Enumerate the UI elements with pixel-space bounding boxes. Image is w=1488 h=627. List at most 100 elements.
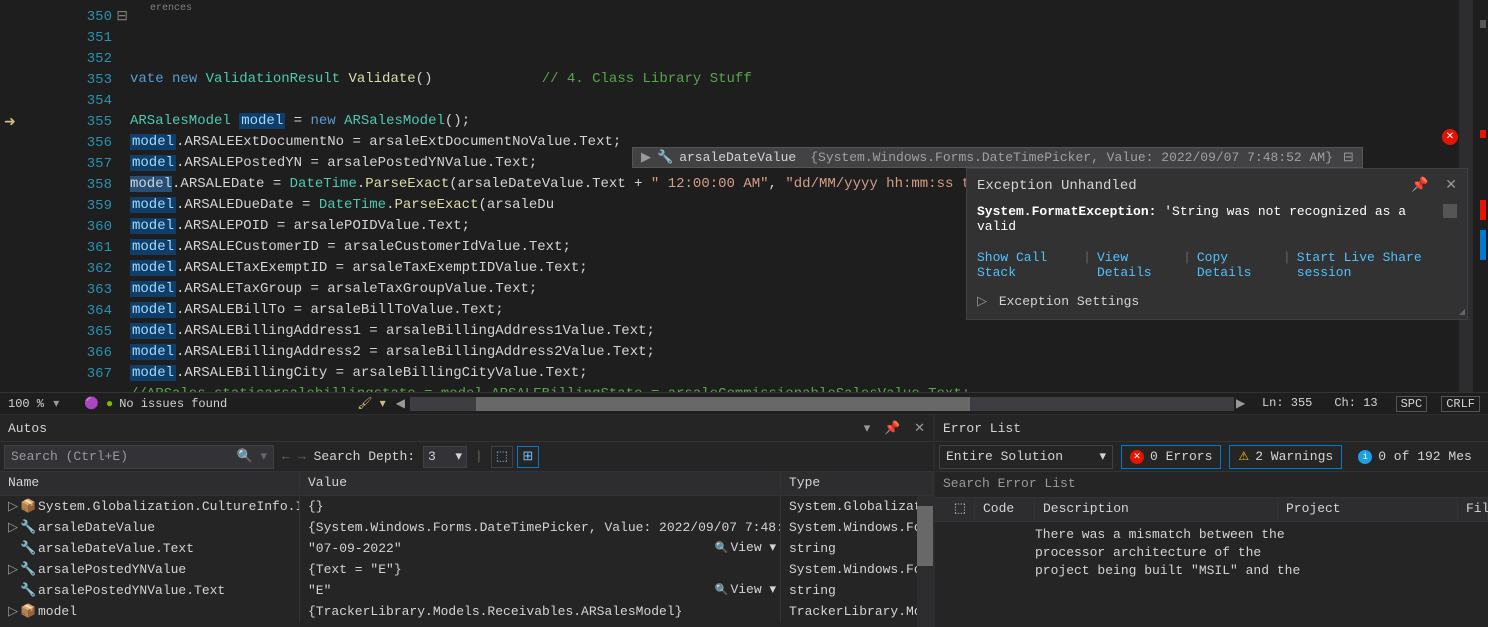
line-number: 358 [0, 174, 130, 195]
warnings-filter[interactable]: ⚠ 2 Warnings [1229, 445, 1342, 469]
issues-text[interactable]: No issues found [119, 397, 227, 411]
datatip-tooltip[interactable]: ▶ 🔧 arsaleDateValue {System.Windows.Form… [632, 147, 1363, 168]
eol-indicator[interactable]: CRLF [1441, 396, 1480, 412]
close-icon[interactable]: ✕ [914, 421, 925, 436]
exception-title: Exception Unhandled [977, 178, 1137, 194]
datatip-name: arsaleDateValue [679, 150, 796, 165]
warning-icon: ⚠ [1238, 449, 1249, 464]
tool-button-2[interactable]: ⊞ [517, 446, 539, 468]
view-details-link[interactable]: View Details [1097, 250, 1177, 280]
indent-indicator[interactable]: SPC [1396, 396, 1428, 412]
expand-icon[interactable]: ▷ [8, 499, 16, 514]
scroll-right-icon[interactable]: ▶ [1236, 396, 1248, 411]
search-input[interactable]: Search (Ctrl+E) 🔍 ▾ [4, 445, 274, 469]
dropdown-icon[interactable]: ▾ [864, 421, 871, 436]
error-row[interactable]: There was a mismatch between the process… [935, 522, 1488, 581]
class-icon: 📦 [20, 604, 34, 619]
scroll-left-icon[interactable]: ◀ [396, 396, 408, 411]
panel-title: Autos [8, 421, 47, 436]
references-codelens[interactable]: erences [150, 0, 192, 19]
grid-scrollbar[interactable] [917, 496, 933, 627]
wrench-icon: 🔧 [20, 583, 34, 598]
live-share-link[interactable]: Start Live Share session [1297, 250, 1457, 280]
error-grid-header[interactable]: ⬚ Code Description Project File [935, 498, 1488, 522]
table-row[interactable]: ▷📦System.Globalization.CultureInfo.Inv..… [0, 496, 933, 517]
expand-icon[interactable]: ▷ [8, 604, 16, 619]
search-icon[interactable]: 🔍 ▾ [236, 449, 267, 464]
errors-filter[interactable]: ✕ 0 Errors [1121, 445, 1221, 469]
code-editor[interactable]: 350⊟351352353354355➜35635735835936036136… [0, 0, 1488, 392]
nav-back-icon[interactable]: ← [282, 449, 290, 464]
line-number: 360 [0, 216, 130, 237]
horizontal-scrollbar[interactable]: ◀ ▶ [396, 396, 1248, 411]
depth-label: Search Depth: [314, 449, 415, 464]
code-line[interactable]: model.ARSALEBillingAddress2 = arsaleBill… [130, 342, 1488, 363]
code-line[interactable] [130, 90, 1488, 111]
line-number: 350⊟ [0, 6, 130, 27]
line-number: 367 [0, 363, 130, 384]
col-indicator[interactable]: Ch: 13 [1330, 396, 1381, 412]
table-row[interactable]: ▷🔧arsalePostedYNValue{Text = "E"}System.… [0, 559, 933, 580]
datatip-value: {System.Windows.Forms.DateTimePicker, Va… [810, 150, 1333, 165]
table-row[interactable]: 🔧arsalePostedYNValue.Text"E"🔍View ▾strin… [0, 580, 933, 601]
exception-actions: Show Call Stack| View Details| Copy Deta… [977, 250, 1457, 294]
execution-pointer-icon: ➜ [4, 114, 20, 130]
close-icon[interactable]: ✕ [1445, 178, 1457, 194]
expand-icon[interactable]: ▷ [8, 520, 16, 535]
exception-settings-toggle[interactable]: ▷ Exception Settings [977, 294, 1457, 309]
scope-dropdown[interactable]: Entire Solution▾ [939, 445, 1113, 469]
panel-title: Error List [943, 421, 1021, 436]
line-number: 355➜ [0, 111, 130, 132]
tool-button-1[interactable]: ⬚ [491, 446, 513, 468]
line-number: 352 [0, 48, 130, 69]
view-button[interactable]: 🔍View ▾ [715, 582, 776, 597]
line-number: 366 [0, 342, 130, 363]
class-icon: 📦 [20, 499, 34, 514]
pin-icon[interactable]: 📌 [1411, 178, 1428, 194]
autos-panel: Autos ▾ 📌 ✕ Search (Ctrl+E) 🔍 ▾ ← → Sear… [0, 415, 935, 627]
fold-icon[interactable]: ⊟ [116, 8, 128, 25]
severity-column-icon[interactable]: ⬚ [935, 498, 975, 521]
table-row[interactable]: 🔧arsaleDateValue.Text"07-09-2022"🔍View ▾… [0, 538, 933, 559]
exception-message: System.FormatException: 'String was not … [977, 204, 1457, 250]
line-number: 353 [0, 69, 130, 90]
error-rows[interactable]: There was a mismatch between the process… [935, 522, 1488, 627]
editor-statusbar: 100 % ▾ 🟣 ● No issues found 🖌 ▾ ◀ ▶ Ln: … [0, 392, 1488, 414]
line-number: 351 [0, 27, 130, 48]
messages-filter[interactable]: i 0 of 192 Mes [1350, 445, 1480, 469]
cleanup-icon[interactable]: 🖌 ▾ [357, 396, 385, 411]
copy-details-link[interactable]: Copy Details [1197, 250, 1277, 280]
table-row[interactable]: ▷📦model{TrackerLibrary.Models.Receivable… [0, 601, 933, 622]
line-number: 363 [0, 279, 130, 300]
code-line[interactable]: ARSalesModel model = new ARSalesModel(); [130, 111, 1488, 132]
code-line[interactable]: model.ARSALEBillingCity = arsaleBillingC… [130, 363, 1488, 384]
line-number: 354 [0, 90, 130, 111]
depth-dropdown[interactable]: 3▾ [423, 446, 467, 468]
resize-grip-icon[interactable]: ◢ [1459, 307, 1465, 317]
pin-icon[interactable]: 📌 [884, 421, 900, 436]
table-row[interactable]: ▷🔧arsaleDateValue{System.Windows.Forms.D… [0, 517, 933, 538]
copy-icon[interactable] [1443, 204, 1457, 218]
expand-icon[interactable]: ▶ [641, 150, 651, 165]
line-indicator[interactable]: Ln: 355 [1258, 396, 1316, 412]
line-number: 357 [0, 153, 130, 174]
check-icon: ● [106, 397, 113, 411]
pin-icon[interactable]: ⊟ [1343, 150, 1354, 165]
error-badge-icon[interactable]: ✕ [1442, 129, 1458, 145]
health-indicator-icon[interactable]: 🟣 [84, 396, 100, 412]
view-button[interactable]: 🔍View ▾ [715, 540, 776, 555]
code-line[interactable]: vate new ValidationResult Validate() // … [130, 69, 1488, 90]
error-search-input[interactable]: Search Error List [935, 472, 1488, 498]
wrench-icon: 🔧 [20, 520, 34, 535]
info-icon: i [1358, 450, 1372, 464]
overview-ruler[interactable] [1474, 0, 1488, 392]
grid-header[interactable]: Name Value Type [0, 472, 933, 496]
grid-body[interactable]: ▷📦System.Globalization.CultureInfo.Inv..… [0, 496, 933, 627]
code-line[interactable]: //ARSales.staticarsalebillingstate = mod… [130, 384, 1488, 392]
zoom-level[interactable]: 100 % ▾ [8, 396, 78, 411]
line-gutter: 350⊟351352353354355➜35635735835936036136… [0, 0, 130, 392]
show-call-stack-link[interactable]: Show Call Stack [977, 250, 1077, 280]
nav-forward-icon[interactable]: → [298, 449, 306, 464]
code-line[interactable]: model.ARSALEBillingAddress1 = arsaleBill… [130, 321, 1488, 342]
expand-icon[interactable]: ▷ [8, 562, 16, 577]
